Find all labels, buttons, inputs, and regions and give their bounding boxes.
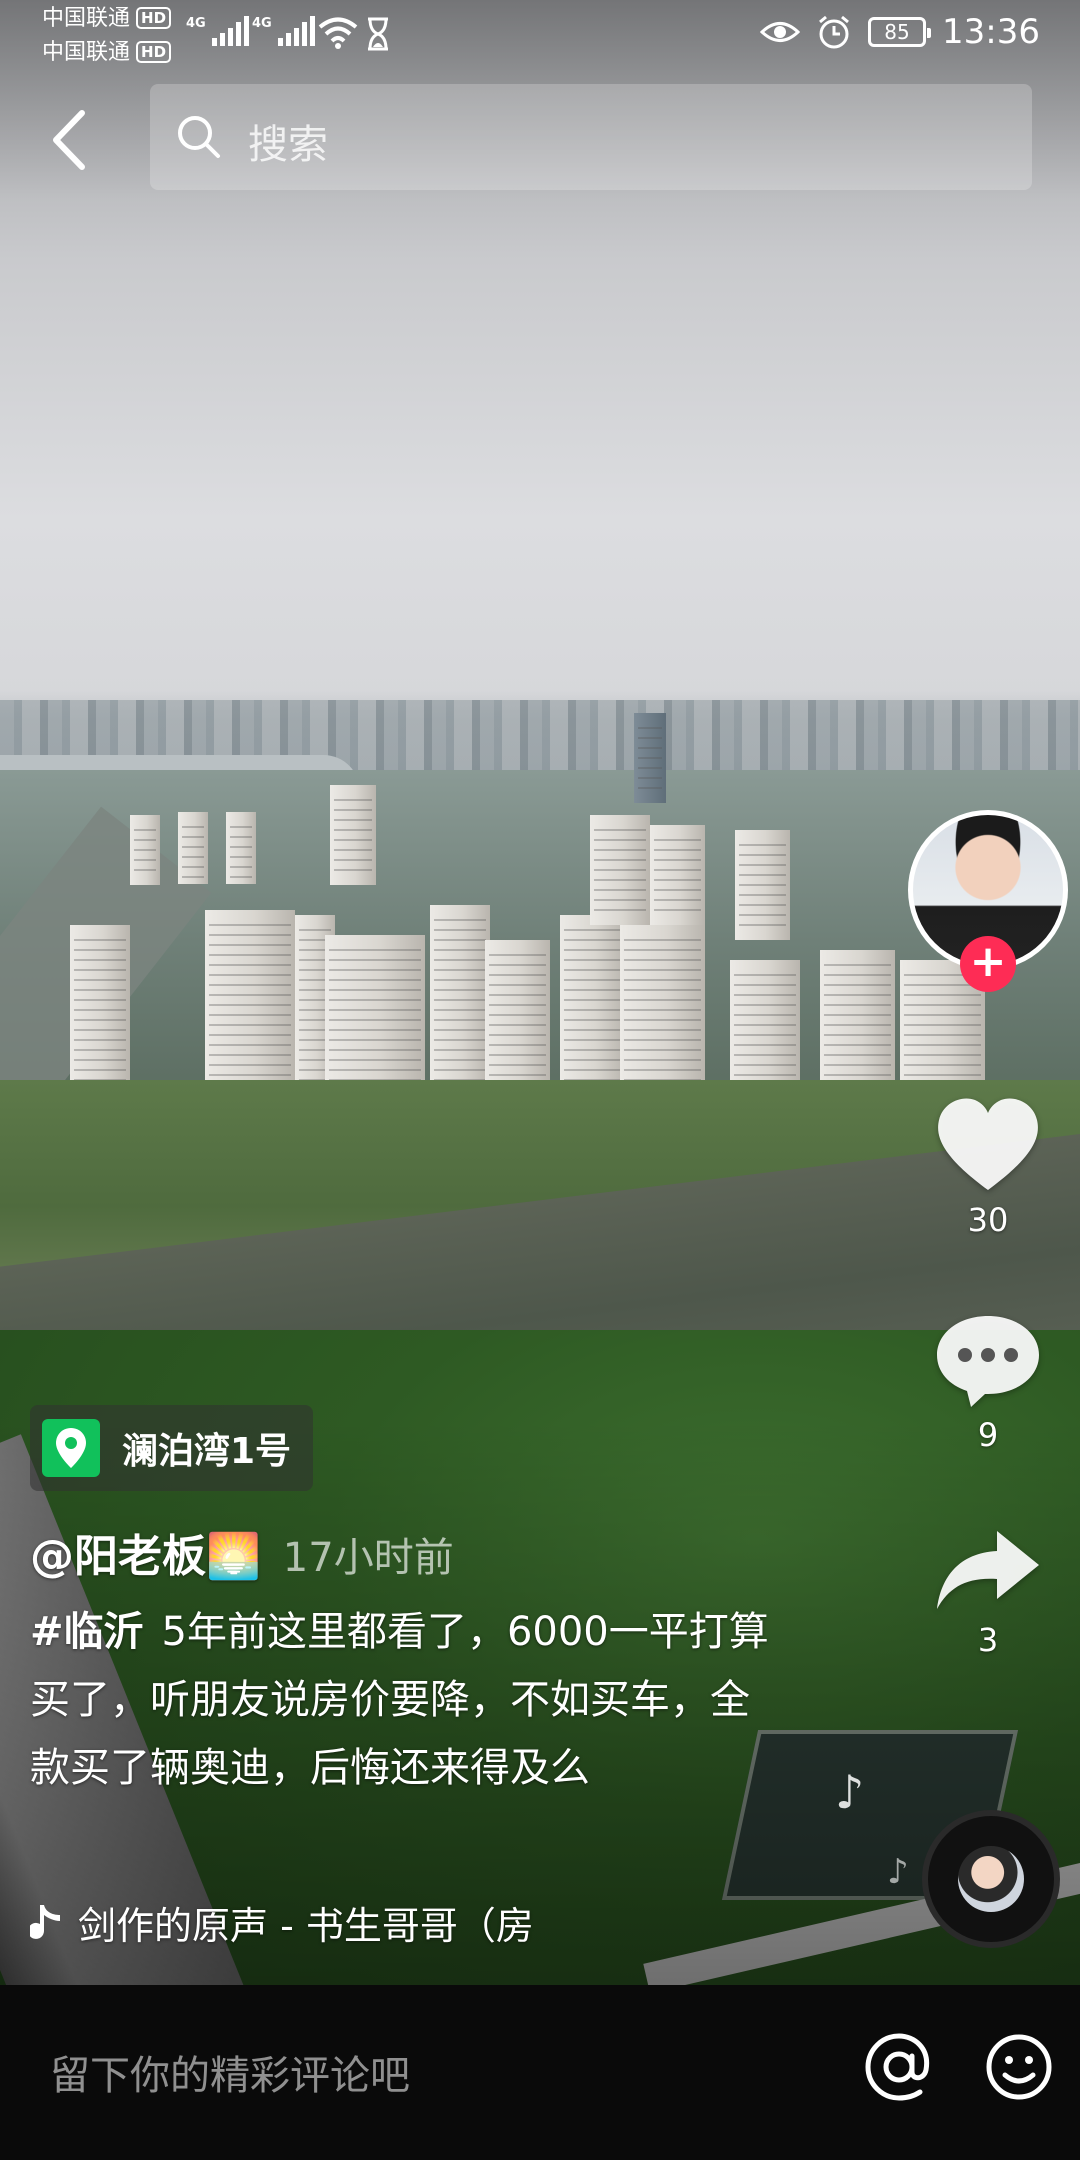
post-time: 17小时前 (282, 1535, 454, 1581)
author-name[interactable]: @阳老板🌅 (30, 1520, 261, 1584)
building (590, 815, 650, 925)
comment-button[interactable]: 9 (930, 1310, 1046, 1454)
share-button[interactable]: 3 (930, 1525, 1046, 1659)
building (735, 830, 790, 940)
clock: 13:36 (942, 12, 1040, 52)
author-row: @阳老板🌅 17小时前 (30, 1520, 454, 1584)
signal-1-icon: 4G (186, 16, 249, 46)
carrier-1: 中国联通 HD (42, 6, 172, 32)
share-arrow-icon (937, 1531, 1039, 1609)
building (226, 812, 256, 884)
post-caption: #临沂 5年前这里都看了，6000一平打算买了，听朋友说房价要降，不如买车，全款买… (30, 1598, 770, 1802)
heart-icon (938, 1098, 1038, 1190)
building (634, 713, 666, 803)
follow-button[interactable]: + (960, 936, 1016, 992)
building (130, 815, 160, 885)
like-button[interactable]: 30 (930, 1095, 1046, 1239)
hourglass-icon (368, 17, 388, 51)
building (178, 812, 208, 884)
music-title: 剑作的原声 - 书生哥哥（房 (78, 1904, 534, 1948)
hashtag-link[interactable]: #临沂 (30, 1609, 144, 1655)
alarm-icon (819, 15, 849, 49)
search-placeholder: 搜索 (248, 122, 328, 168)
at-icon[interactable] (862, 2030, 936, 2104)
comment-bubble-icon (937, 1316, 1039, 1407)
building (330, 785, 376, 885)
signal-2-icon: 4G (252, 16, 315, 46)
location-label: 澜泊湾1号 (122, 1431, 292, 1472)
emoji-icon[interactable] (985, 2033, 1053, 2101)
battery-icon: 85 (868, 17, 932, 47)
location-pin-icon (42, 1419, 100, 1477)
status-bar: 中国联通 HD 中国联通 HD 4G 4G 85 13:36 (0, 0, 1080, 70)
eye-icon (760, 22, 801, 42)
building (70, 925, 130, 1095)
like-count: 30 (967, 1201, 1009, 1239)
search-icon (178, 116, 220, 158)
comment-count: 9 (977, 1416, 999, 1454)
carrier-2: 中国联通 HD (42, 40, 172, 66)
wifi-icon (318, 17, 358, 49)
location-chip[interactable]: 澜泊湾1号 (30, 1405, 314, 1491)
search-input[interactable]: 搜索 (150, 84, 1032, 190)
floating-note-icon: ♪ (835, 1765, 865, 1819)
music-note-icon (30, 1904, 60, 1939)
building (650, 825, 705, 925)
status-right: 85 13:36 (760, 12, 1040, 52)
comment-bar: 留下你的精彩评论吧 (0, 1985, 1080, 2160)
music-disc-cover (958, 1846, 1024, 1912)
floating-note-icon: ♪ (887, 1852, 909, 1892)
comment-input[interactable]: 留下你的精彩评论吧 (50, 2043, 410, 2101)
music-info[interactable]: 剑作的原声 - 书生哥哥（房 (30, 1895, 534, 1950)
share-count: 3 (977, 1621, 999, 1659)
back-arrow-icon[interactable] (44, 105, 94, 175)
music-disc[interactable] (922, 1810, 1060, 1948)
